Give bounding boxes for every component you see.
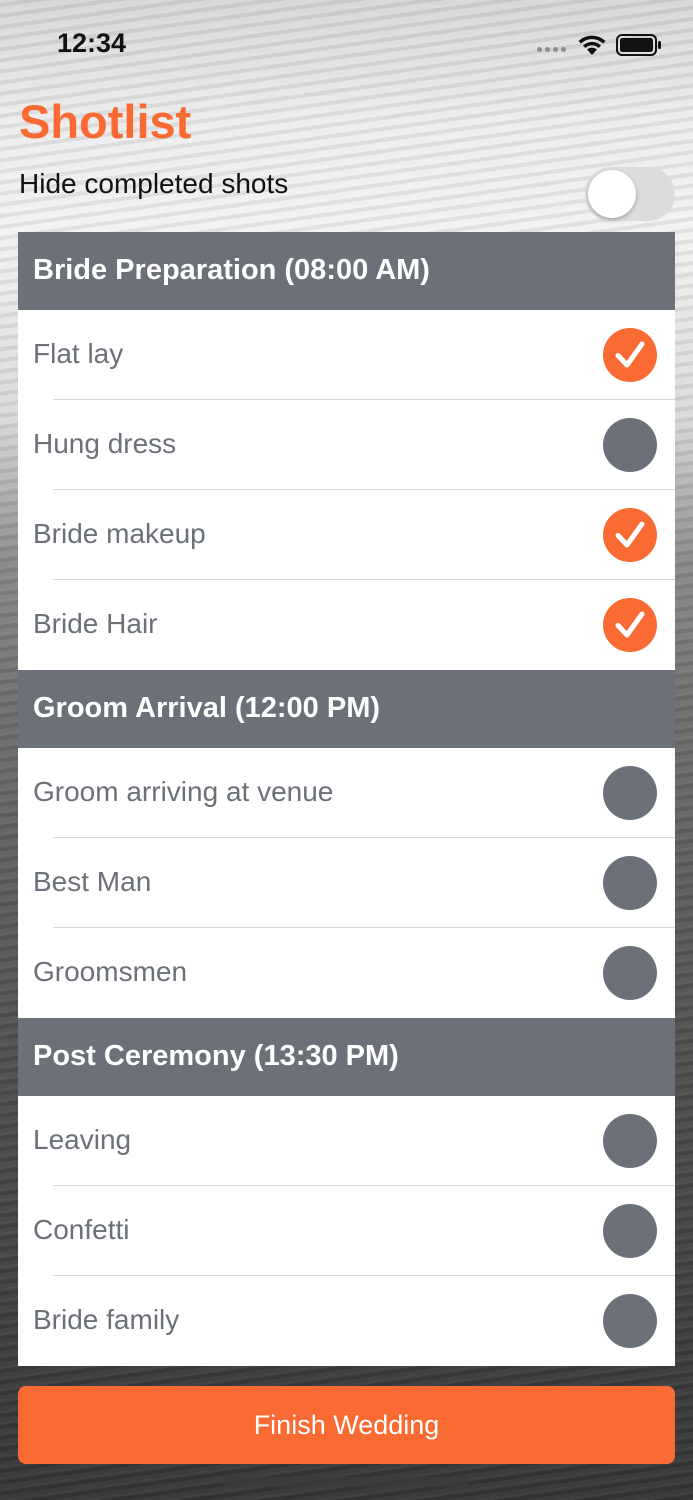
section-header: Bride Preparation (08:00 AM) [18, 232, 675, 310]
shot-row[interactable]: Groom arriving at venue [18, 748, 675, 838]
section-title: Groom Arrival (12:00 PM) [33, 692, 381, 724]
shot-row[interactable]: Confetti [18, 1186, 675, 1276]
hide-completed-toggle[interactable] [585, 167, 675, 221]
shot-label: Groomsmen [33, 956, 188, 987]
shot-row[interactable]: Bride Hair [18, 580, 675, 670]
circle-icon[interactable] [603, 1204, 657, 1258]
finish-wedding-button[interactable]: Finish Wedding [18, 1386, 675, 1464]
circle-icon[interactable] [603, 1114, 657, 1168]
shot-row[interactable]: Flat lay [18, 310, 675, 400]
shot-label: Bride Hair [33, 608, 158, 639]
section-title: Bride Preparation (08:00 AM) [33, 254, 430, 286]
shot-row[interactable]: Best Man [18, 838, 675, 928]
circle-icon[interactable] [603, 856, 657, 910]
shot-label: Leaving [33, 1124, 132, 1155]
shot-row[interactable]: Bride family [18, 1276, 675, 1366]
status-time: 12:34 [57, 28, 127, 58]
checkmark-icon[interactable] [603, 598, 657, 652]
circle-icon[interactable] [603, 766, 657, 820]
home-indicator [224, 1477, 469, 1487]
shot-row[interactable]: Bride makeup [18, 490, 675, 580]
circle-icon[interactable] [603, 418, 657, 472]
circle-icon[interactable] [603, 1294, 657, 1348]
shot-row[interactable]: Groomsmen [18, 928, 675, 1018]
cellular-signal-icon [537, 47, 567, 53]
shot-label: Bride makeup [33, 518, 206, 549]
wifi-icon [578, 35, 606, 55]
shot-label: Confetti [33, 1214, 130, 1245]
shot-row[interactable]: Leaving [18, 1096, 675, 1186]
toggle-knob [588, 170, 636, 218]
shot-label: Best Man [33, 866, 152, 897]
shot-label: Hung dress [33, 428, 177, 459]
shot-label: Groom arriving at venue [33, 776, 334, 807]
checkmark-icon[interactable] [603, 508, 657, 562]
checkmark-icon[interactable] [603, 328, 657, 382]
page-title: Shotlist [19, 95, 192, 148]
section-header: Post Ceremony (13:30 PM) [18, 1018, 675, 1096]
hide-completed-label: Hide completed shots [19, 168, 289, 199]
status-bar: 12:34 [0, 0, 693, 88]
section-title: Post Ceremony (13:30 PM) [33, 1040, 399, 1072]
shot-label: Flat lay [33, 338, 124, 369]
shot-label: Bride family [33, 1304, 180, 1335]
shot-row[interactable]: Hung dress [18, 400, 675, 490]
finish-wedding-label: Finish Wedding [253, 1409, 440, 1440]
section-header: Groom Arrival (12:00 PM) [18, 670, 675, 748]
circle-icon[interactable] [603, 946, 657, 1000]
battery-icon [616, 34, 661, 56]
shot-list: Bride Preparation (08:00 AM) Flat lay Hung… [18, 232, 675, 1366]
